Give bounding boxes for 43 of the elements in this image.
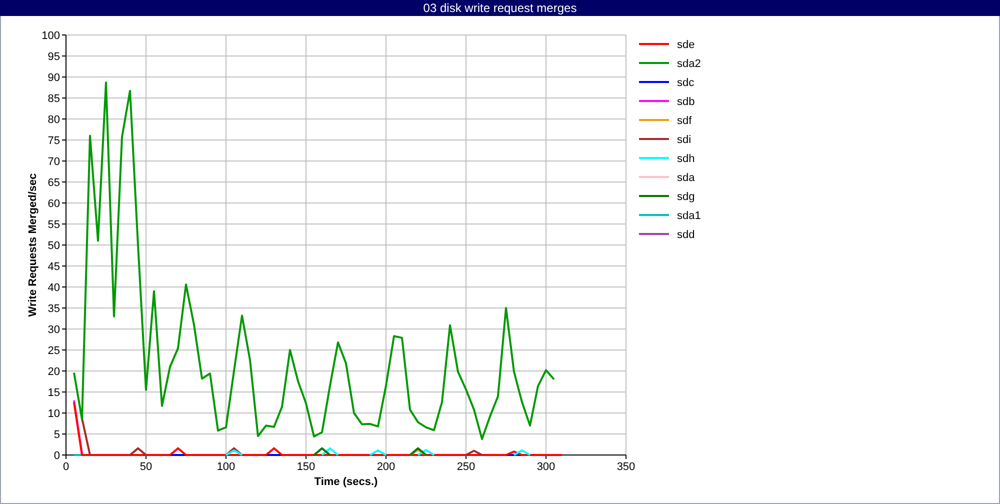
y-tick-label: 95 — [48, 51, 60, 63]
y-tick-label: 50 — [48, 240, 60, 252]
y-tick-label: 0 — [54, 450, 60, 462]
y-tick-label: 5 — [54, 429, 60, 441]
y-tick-label: 40 — [48, 282, 60, 294]
y-tick-label: 100 — [42, 30, 60, 42]
y-tick-label: 60 — [48, 198, 60, 210]
legend-label: sdb — [677, 96, 695, 108]
chart-title: 03 disk write request merges — [0, 0, 1000, 16]
legend-label: sdd — [677, 229, 695, 241]
x-tick-label: 150 — [296, 461, 316, 473]
legend-label: sda1 — [677, 210, 701, 222]
x-tick-label: 250 — [456, 461, 476, 473]
y-tick-label: 85 — [48, 93, 60, 105]
y-tick-label: 45 — [48, 261, 60, 273]
legend-label: sdg — [677, 191, 695, 203]
x-tick-label: 200 — [376, 461, 396, 473]
y-tick-label: 80 — [48, 114, 60, 126]
x-tick-label: 50 — [140, 461, 152, 473]
y-tick-label: 25 — [48, 345, 60, 357]
y-tick-label: 90 — [48, 72, 60, 84]
y-tick-label: 20 — [48, 366, 60, 378]
x-tick-label: 100 — [216, 461, 236, 473]
y-tick-label: 70 — [48, 156, 60, 168]
y-tick-label: 65 — [48, 177, 60, 189]
legend-label: sda2 — [677, 58, 701, 70]
legend-label: sde — [677, 39, 695, 51]
x-tick-label: 350 — [616, 461, 636, 473]
legend-label: sda — [677, 172, 695, 184]
x-tick-label: 300 — [536, 461, 556, 473]
x-axis-title: Time (secs.) — [314, 476, 378, 488]
legend-label: sdh — [677, 153, 695, 165]
y-tick-label: 15 — [48, 387, 60, 399]
legend-label: sdc — [677, 77, 694, 89]
y-axis-title: Write Requests Merged/sec — [27, 173, 39, 317]
x-tick-label: 0 — [62, 461, 70, 473]
y-tick-label: 30 — [48, 324, 60, 336]
legend-label: sdi — [677, 134, 692, 146]
legend-label: sdf — [677, 115, 692, 127]
y-tick-label: 55 — [48, 219, 60, 231]
y-tick-label: 75 — [48, 135, 60, 147]
y-tick-label: 10 — [48, 408, 60, 420]
y-tick-label: 35 — [48, 303, 60, 315]
